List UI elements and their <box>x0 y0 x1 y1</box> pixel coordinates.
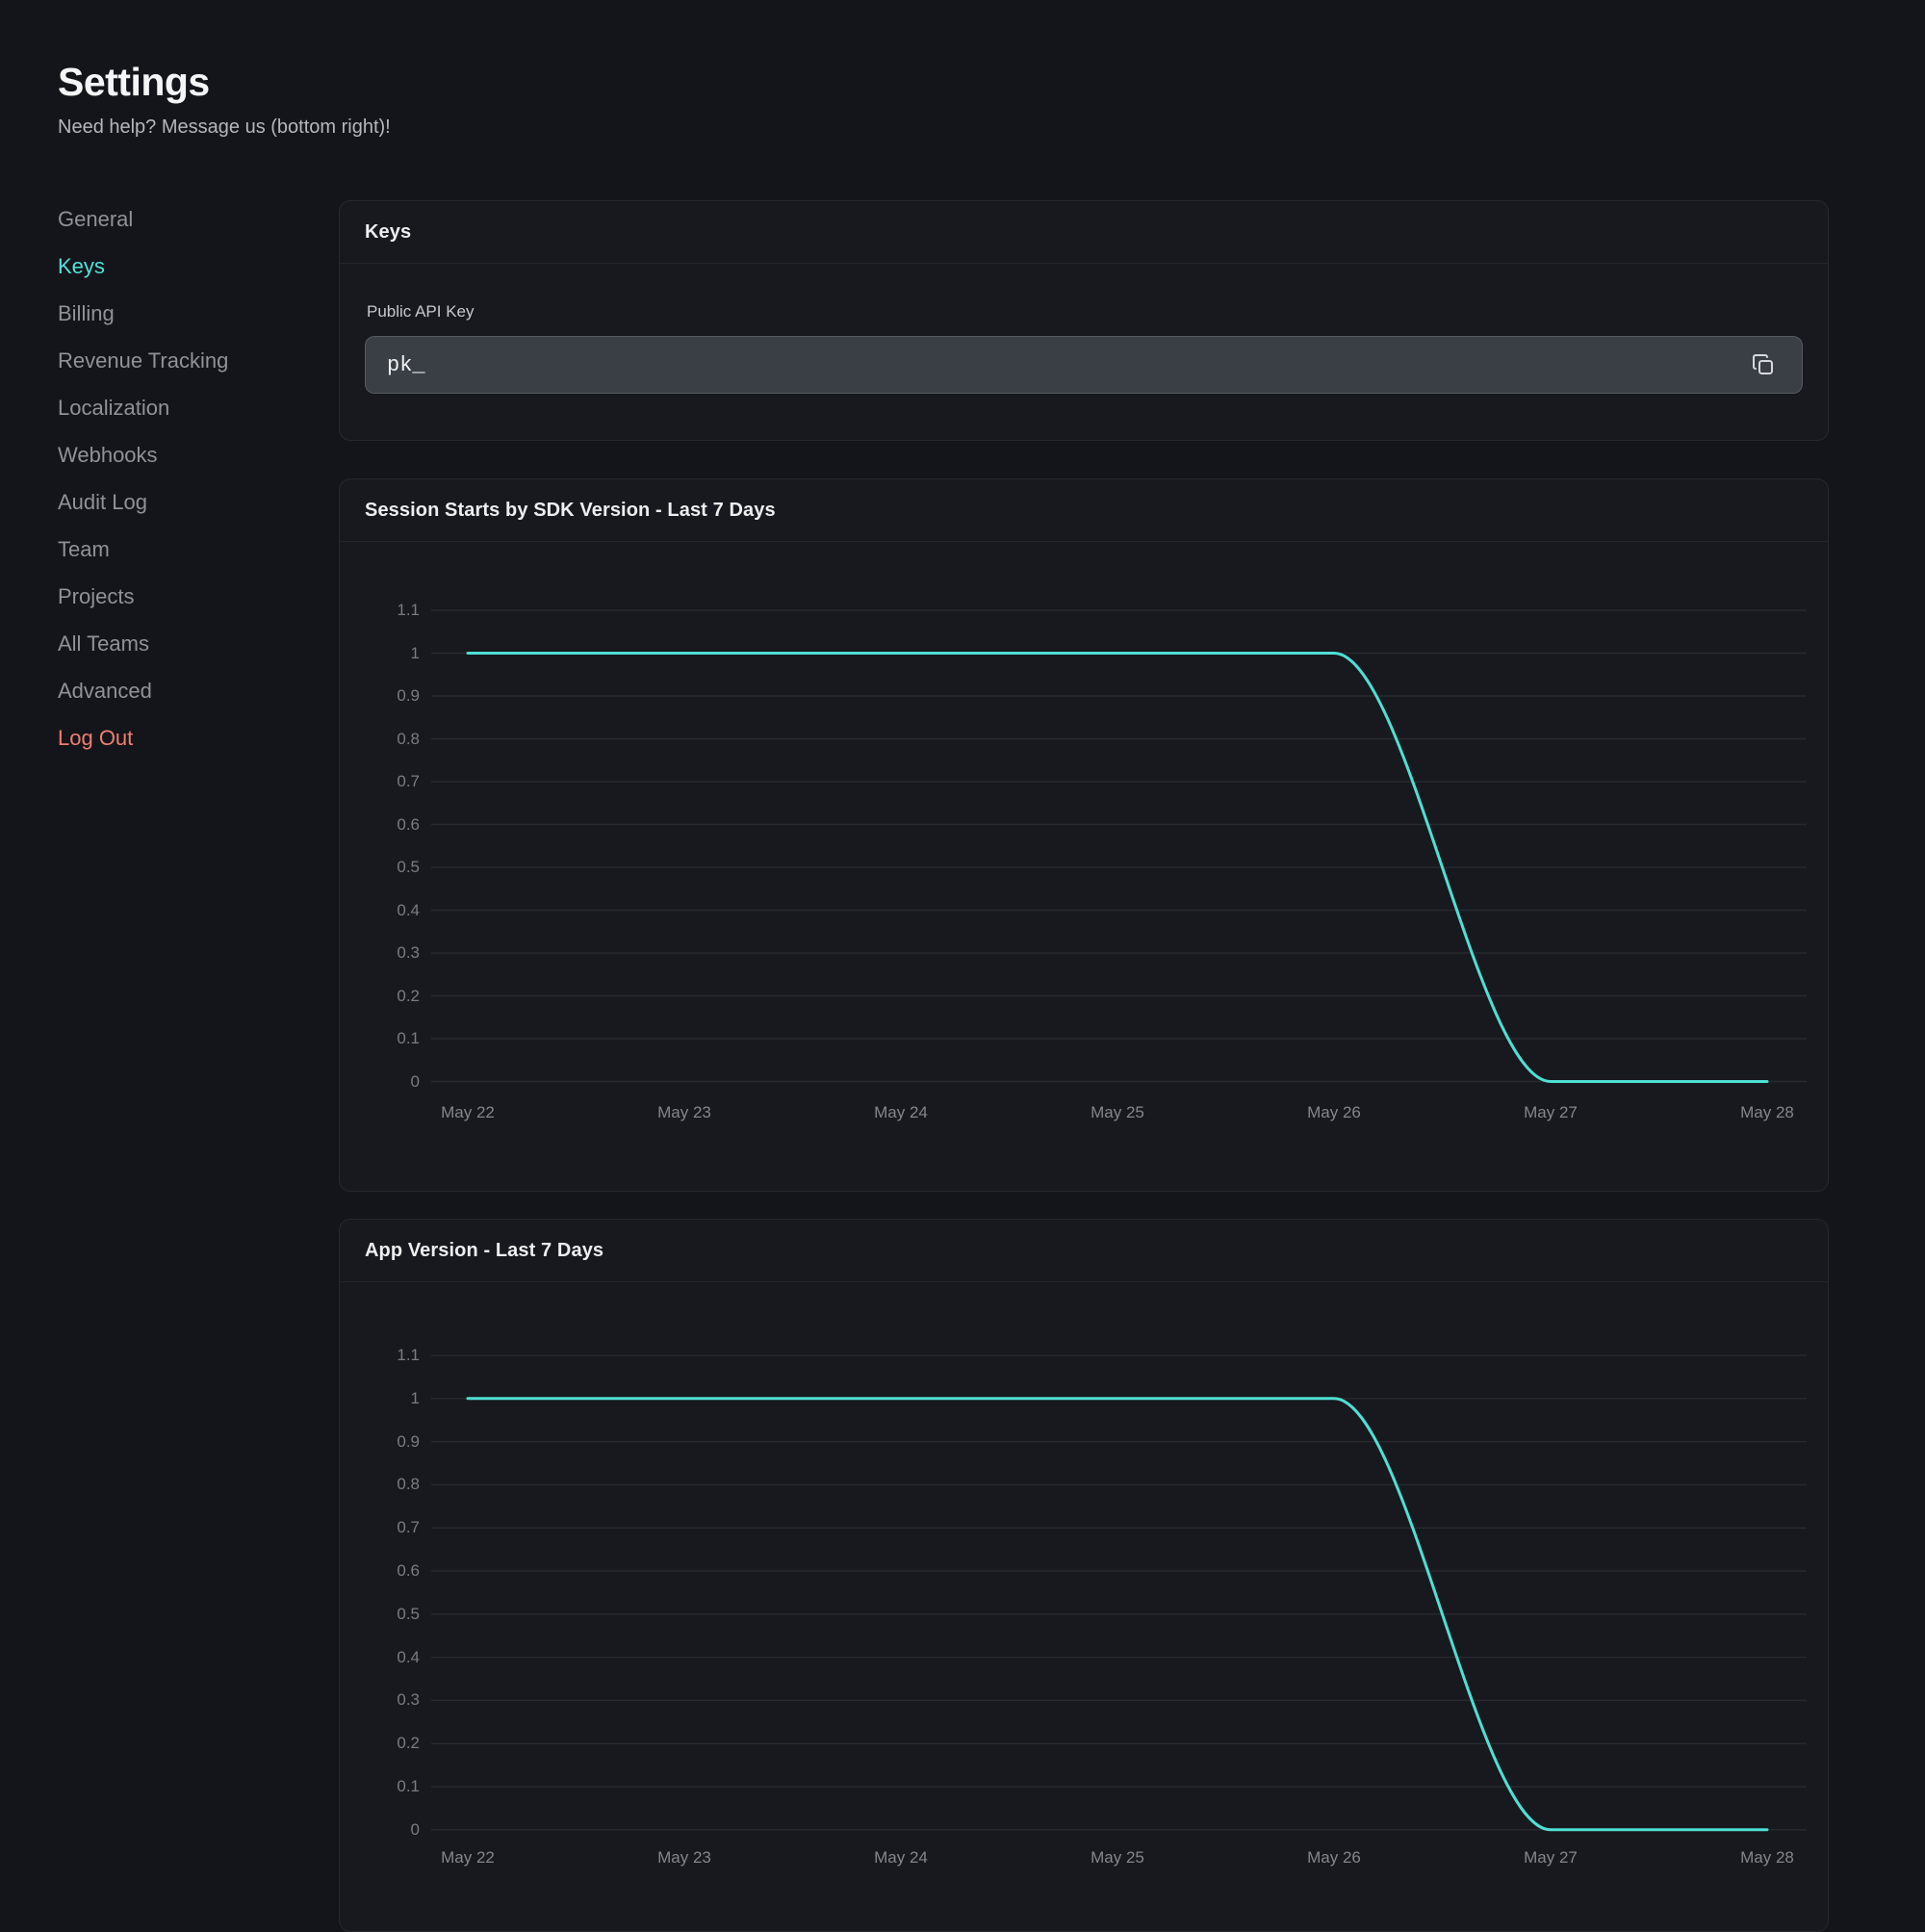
y-tick-label: 0.1 <box>352 1775 420 1798</box>
sidebar-item-advanced[interactable]: Advanced <box>58 667 152 714</box>
y-tick-label: 1.1 <box>352 1344 420 1367</box>
y-tick-label: 0.5 <box>352 1603 420 1626</box>
copy-icon[interactable] <box>1750 351 1777 378</box>
y-tick-label: 0.2 <box>352 985 420 1008</box>
sidebar-item-log-out[interactable]: Log Out <box>58 714 133 761</box>
x-tick-label: May 28 <box>1700 1846 1835 1869</box>
x-tick-label: May 24 <box>834 1846 968 1869</box>
x-tick-label: May 24 <box>834 1101 968 1124</box>
public-api-key-label: Public API Key <box>367 302 475 322</box>
x-tick-label: May 26 <box>1267 1101 1401 1124</box>
y-tick-label: 0.4 <box>352 1646 420 1669</box>
sidebar-item-general[interactable]: General <box>58 195 133 243</box>
y-tick-label: 0.8 <box>352 1473 420 1496</box>
session-starts-chart: 1.1 1 0.9 0.8 0.7 0.6 0.5 0.4 0.3 0.2 0.1 0 May 22 Ma… <box>340 479 1828 1191</box>
chart-plot <box>431 610 1807 1082</box>
x-tick-label: May 27 <box>1483 1846 1618 1869</box>
keys-card-body: Public API Key pk_ <box>340 264 1828 442</box>
x-tick-label: May 25 <box>1050 1846 1185 1869</box>
sidebar-item-billing[interactable]: Billing <box>58 290 115 337</box>
page-subtitle: Need help? Message us (bottom right)! <box>58 115 391 140</box>
sidebar-item-localization[interactable]: Localization <box>58 384 169 431</box>
public-api-key-field[interactable]: pk_ <box>365 336 1803 394</box>
page-header: Settings Need help? Message us (bottom r… <box>58 58 391 140</box>
y-tick-label: 0.7 <box>352 770 420 793</box>
app-version-chart: 1.1 1 0.9 0.8 0.7 0.6 0.5 0.4 0.3 0.2 0.1 0 May 22 Ma… <box>340 1220 1828 1931</box>
page-title: Settings <box>58 58 391 106</box>
y-tick-label: 0.8 <box>352 728 420 751</box>
y-tick-label: 0.6 <box>352 1559 420 1583</box>
y-tick-label: 0.3 <box>352 1688 420 1712</box>
chart-card-session-starts: Session Starts by SDK Version - Last 7 D… <box>339 478 1829 1192</box>
y-tick-label: 0.4 <box>352 899 420 922</box>
x-tick-label: May 26 <box>1267 1846 1401 1869</box>
x-tick-label: May 27 <box>1483 1101 1618 1124</box>
y-tick-label: 0 <box>352 1818 420 1842</box>
y-tick-label: 0.1 <box>352 1027 420 1050</box>
sidebar-item-webhooks[interactable]: Webhooks <box>58 431 158 478</box>
x-tick-label: May 23 <box>617 1101 752 1124</box>
sidebar-item-all-teams[interactable]: All Teams <box>58 620 149 667</box>
sidebar-item-keys[interactable]: Keys <box>58 243 105 290</box>
keys-card-header: Keys <box>340 201 1828 264</box>
y-tick-label: 0.6 <box>352 813 420 837</box>
y-tick-label: 0.3 <box>352 941 420 965</box>
chart-card-app-version: App Version - Last 7 Days 1.110.90.80.70… <box>339 1219 1829 1932</box>
sidebar-item-audit-log[interactable]: Audit Log <box>58 478 147 526</box>
y-tick-label: 0 <box>352 1070 420 1094</box>
public-api-key-value: pk_ <box>387 353 425 377</box>
x-tick-label: May 25 <box>1050 1101 1185 1124</box>
sidebar-item-team[interactable]: Team <box>58 526 110 573</box>
settings-nav: GeneralKeysBillingRevenue TrackingLocali… <box>58 195 308 761</box>
y-tick-label: 0.2 <box>352 1732 420 1755</box>
y-tick-label: 1 <box>352 642 420 665</box>
chart-plot <box>431 1355 1807 1830</box>
x-tick-label: May 22 <box>400 1101 535 1124</box>
y-tick-label: 1 <box>352 1387 420 1410</box>
x-tick-label: May 28 <box>1700 1101 1835 1124</box>
x-tick-label: May 22 <box>400 1846 535 1869</box>
sidebar-item-revenue-tracking[interactable]: Revenue Tracking <box>58 337 228 384</box>
y-tick-label: 0.7 <box>352 1516 420 1539</box>
x-tick-label: May 23 <box>617 1846 752 1869</box>
keys-card-title: Keys <box>365 221 411 244</box>
sidebar-item-projects[interactable]: Projects <box>58 573 134 620</box>
keys-card: Keys Public API Key pk_ <box>339 200 1829 441</box>
y-tick-label: 0.9 <box>352 684 420 708</box>
y-tick-label: 0.9 <box>352 1430 420 1454</box>
y-tick-label: 1.1 <box>352 599 420 622</box>
y-tick-label: 0.5 <box>352 856 420 879</box>
